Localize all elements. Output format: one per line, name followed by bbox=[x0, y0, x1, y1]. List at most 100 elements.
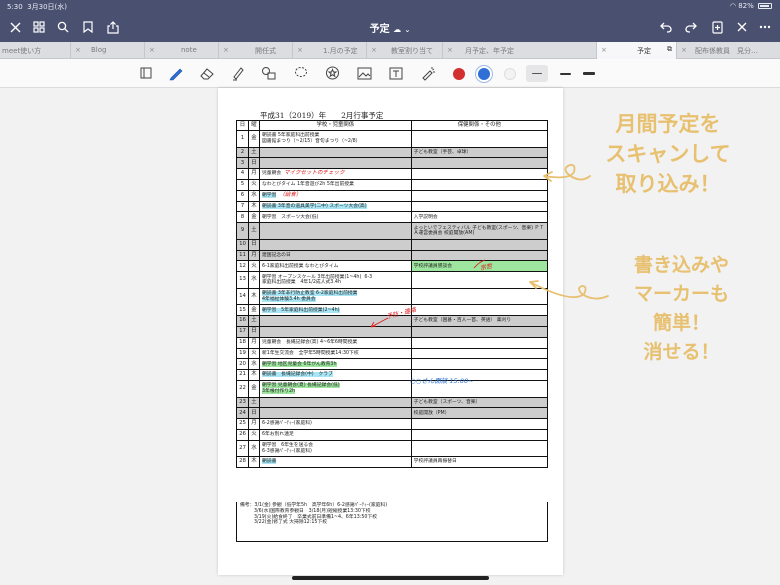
cell-health: 子ども教室（手芸、卓球） bbox=[410, 146, 549, 159]
table-row: 2 土 子ども教室（手芸、卓球） bbox=[236, 146, 549, 159]
cell-weekday: 土 bbox=[247, 146, 260, 159]
table-row: 22 金朝学習 児童朝会(夏) 長縄記録会(低) 3年根付作り2h bbox=[236, 379, 549, 398]
highlighter-icon[interactable] bbox=[228, 63, 248, 83]
cell-day: 11 bbox=[236, 249, 249, 262]
cell-weekday: 火 bbox=[247, 178, 260, 191]
table-row: 4 月児童朝会 マイクセットのチェック bbox=[236, 168, 549, 180]
table-row: 18 月児童朝会 長縄記録会(高) 4~6年6時間授業 bbox=[236, 336, 549, 349]
red-arrow bbox=[473, 259, 486, 269]
note-canvas[interactable]: 平成31（2019）年 2月行事予定 日 曜 学校・児童関係 保健関係・その他 … bbox=[0, 88, 780, 585]
pen-tool-icon[interactable] bbox=[166, 63, 186, 83]
footnote: 備考：3/1(金) 参観（低学年5h 高学年6h）6-2感謝ﾊﾟｰﾃｨｰ(家庭科… bbox=[236, 502, 548, 542]
tab-month-year-plan[interactable]: × 月予定、年予定 bbox=[442, 42, 518, 59]
tab-blog[interactable]: × Blog bbox=[70, 42, 144, 59]
tab-close-icon[interactable]: × bbox=[75, 46, 81, 54]
handwritten-note-markup: 書き込みや マーカーも 簡単！ 消せる！ bbox=[633, 254, 729, 363]
laser-pointer-icon[interactable] bbox=[418, 63, 438, 83]
tab-close-icon[interactable]: × bbox=[447, 46, 453, 54]
cell-day: 6 bbox=[236, 189, 249, 202]
cell-school: 6年お別れ遠足 bbox=[258, 428, 412, 441]
table-row: 27 水朝学習 6年生を送る会 6-3感謝ﾊﾟｰﾃｨｰ(家庭科) bbox=[236, 439, 549, 458]
battery-icon bbox=[758, 3, 772, 9]
cell-weekday: 日 bbox=[247, 325, 260, 338]
cell-day: 3 bbox=[236, 157, 249, 170]
tab-classroom[interactable]: × 教室割り当て bbox=[366, 42, 442, 59]
cell-school: 朝学習 児童朝会(夏) 長縄記録会(低) 3年根付作り2h bbox=[258, 379, 412, 398]
cell-health bbox=[410, 418, 549, 430]
cell-day: 2 bbox=[236, 146, 249, 159]
close-document-icon[interactable] bbox=[731, 16, 753, 38]
table-row: 1 金朝読書 5年家庭科出前授業 図書館まつり（~2/15）音句まつり（~2/8） bbox=[236, 130, 549, 148]
cell-weekday: 月 bbox=[247, 418, 260, 430]
cell-day: 20 bbox=[236, 358, 249, 371]
tab-monthly-plan[interactable]: × 1.月の予定 bbox=[292, 42, 366, 59]
cell-health: 子ども教室（囲碁・百人一首、英語） 薬刈り bbox=[410, 315, 549, 327]
cell-weekday: 金 bbox=[247, 304, 260, 317]
cell-health: 学校評議員再振替日 bbox=[410, 456, 549, 469]
cell-day: 18 bbox=[236, 336, 249, 349]
stroke-thick[interactable] bbox=[583, 72, 595, 75]
cell-day: 26 bbox=[236, 428, 249, 441]
cell-weekday: 月 bbox=[247, 336, 260, 349]
footnote-line: 3/22(金)修了式 大掃除12:15下校 bbox=[254, 520, 328, 526]
cell-school-text: 新1年生交流会 全学年5時間授業14:30下校 bbox=[261, 350, 359, 356]
table-row: 17 日 bbox=[236, 325, 549, 338]
table-row: 23 土 子ども教室（スポーツ、音楽） bbox=[236, 396, 549, 409]
shapes-icon[interactable] bbox=[259, 63, 279, 83]
reading-mode-icon[interactable] bbox=[136, 63, 156, 83]
image-icon[interactable] bbox=[354, 63, 374, 83]
color-white-swatch[interactable] bbox=[504, 68, 516, 80]
cell-school-text: 6年お別れ遠足 bbox=[261, 432, 294, 438]
tab-close-icon[interactable]: × bbox=[149, 46, 155, 54]
cell-school-text: 児童朝会 bbox=[261, 171, 282, 177]
cell-day: 25 bbox=[236, 418, 249, 430]
col-day: 日 bbox=[236, 120, 249, 131]
orange-arrow-scan bbox=[543, 163, 591, 182]
cell-school bbox=[258, 407, 412, 420]
text-tool-icon[interactable] bbox=[386, 63, 406, 83]
cell-school-text: 朝学習 6年生を送る会 6-3感謝ﾊﾟｰﾃｨｰ(家庭科) bbox=[261, 443, 313, 454]
lasso-icon[interactable] bbox=[291, 63, 311, 83]
element-icon[interactable] bbox=[322, 63, 342, 83]
cell-day: 24 bbox=[236, 407, 249, 420]
tab-note[interactable]: × note bbox=[144, 42, 218, 59]
cell-weekday: 木 bbox=[247, 369, 260, 381]
tab-close-icon[interactable]: × bbox=[223, 46, 229, 54]
eraser-icon[interactable] bbox=[197, 63, 217, 83]
cell-weekday: 水 bbox=[247, 189, 260, 202]
cell-school: 6-1家庭科出前授業 なわとびタイム bbox=[258, 260, 412, 273]
cell-school: 新1年生交流会 全学年5時間授業14:30下校 bbox=[258, 347, 412, 360]
redo-icon[interactable] bbox=[680, 16, 702, 38]
cell-school-text: 朝読書 5年家庭科出前授業 図書館まつり（~2/15）音句まつり（~2/8） bbox=[261, 133, 361, 144]
color-blue-swatch[interactable] bbox=[478, 68, 490, 80]
tab-ceremony[interactable]: × 開任式 bbox=[218, 42, 292, 59]
stroke-medium[interactable] bbox=[560, 73, 571, 75]
cell-school-text: 朝読書 長縄記録会(中) クラブ bbox=[261, 372, 333, 378]
tab-split-icon[interactable]: ⧉ bbox=[667, 45, 672, 54]
cloud-sync-icon: ☁ bbox=[393, 25, 402, 34]
tab-distribution[interactable]: × 配布係教員 見分… bbox=[676, 42, 780, 59]
table-row: 20 水朝学習 地区児童会 6年がん教育3h bbox=[236, 358, 549, 371]
tab-schedule-active[interactable]: × 予定 ⧉ bbox=[596, 42, 676, 59]
tab-close-icon[interactable]: × bbox=[681, 46, 687, 54]
cell-school: 朝学習 6年生を送る会 6-3感謝ﾊﾟｰﾃｨｰ(家庭科) bbox=[258, 439, 412, 458]
tab-close-icon[interactable]: × bbox=[297, 46, 303, 54]
cell-weekday: 金 bbox=[247, 211, 260, 224]
undo-icon[interactable] bbox=[655, 16, 677, 38]
cell-weekday: 火 bbox=[247, 260, 260, 273]
add-page-icon[interactable] bbox=[706, 16, 728, 38]
more-options-icon[interactable] bbox=[754, 16, 776, 38]
scanned-page[interactable]: 平成31（2019）年 2月行事予定 日 曜 学校・児童関係 保健関係・その他 … bbox=[218, 88, 563, 575]
blue-annotation: ○○さん面談 15:00~ bbox=[410, 377, 474, 385]
cell-school bbox=[258, 157, 412, 170]
orange-arrow-markup bbox=[529, 280, 609, 300]
tab-meet[interactable]: meet使い方 bbox=[0, 42, 70, 59]
red-annotation: マイクセットのチェック bbox=[284, 170, 345, 177]
tab-close-icon[interactable]: × bbox=[601, 46, 607, 54]
tab-close-icon[interactable]: × bbox=[371, 46, 377, 54]
table-header-row: 日 曜 学校・児童関係 保健関係・その他 bbox=[236, 120, 549, 131]
color-red-swatch[interactable] bbox=[453, 68, 465, 80]
red-arrow bbox=[370, 317, 389, 328]
cell-weekday: 木 bbox=[247, 456, 260, 469]
stroke-thin-selected[interactable] bbox=[526, 65, 548, 82]
